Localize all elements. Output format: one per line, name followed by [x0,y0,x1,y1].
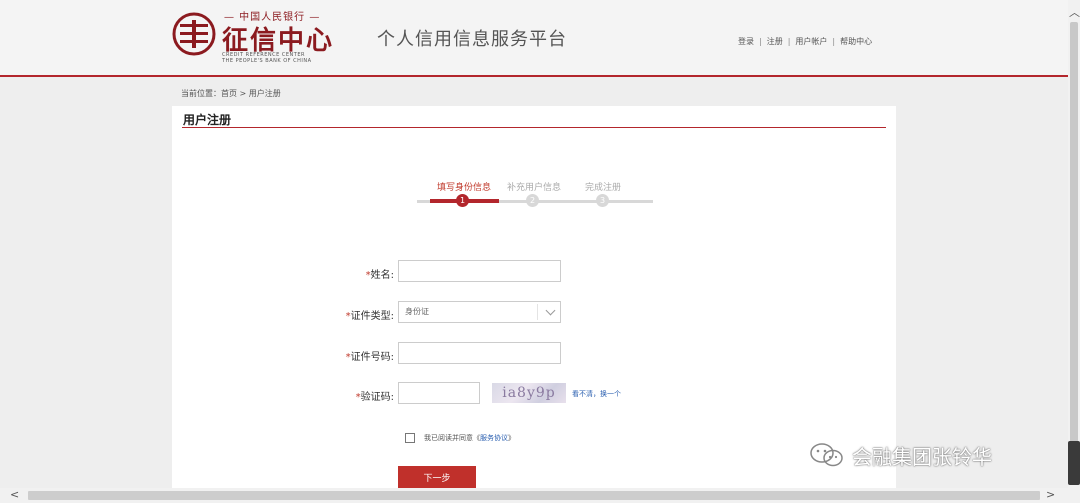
credit-reference-center-logo[interactable]: — 中国人民银行 — 征信中心 CREDIT REFERENCE CENTER … [172,8,332,68]
side-widget-tab[interactable] [1068,441,1080,485]
captcha-image[interactable]: ia8y9p [492,383,566,403]
chevron-down-icon [545,305,556,316]
top-nav-links: 登录 | 注册 | 用户帐户 | 帮助中心 [738,37,873,46]
id-type-value: 身份证 [405,307,429,316]
scroll-left-icon[interactable]: < [10,488,19,501]
id-type-label: *证件类型: [345,311,394,322]
agree-checkbox[interactable] [405,433,415,443]
registration-panel: 用户注册 填写身份信息 补充用户信息 完成注册 1 2 3 *姓名: *证件类型… [172,106,896,503]
logo-english-line2: THE PEOPLE'S BANK OF CHINA [222,58,312,64]
service-agreement-link[interactable]: 服务协议 [480,434,508,442]
agree-text: 我已阅读并同意《 [424,434,480,442]
help-center-link[interactable]: 帮助中心 [840,37,872,46]
scroll-right-icon[interactable]: > [1046,488,1055,501]
pboc-emblem-icon [172,12,216,56]
scroll-up-icon[interactable]: ︿ [1069,4,1080,20]
register-link[interactable]: 注册 [767,37,783,46]
name-label: *姓名: [365,270,394,281]
breadcrumb: 当前位置：首页 > 用户注册 [181,89,281,98]
horizontal-scroll-thumb[interactable] [28,491,1040,500]
select-divider [537,304,538,320]
watermark-text: 会融集团张铃华 [852,445,992,469]
wechat-icon [810,443,843,467]
agreement-row: 我已阅读并同意《服务协议》 [405,433,515,443]
platform-title: 个人信用信息服务平台 [377,29,567,50]
step-2-label: 补充用户信息 [507,183,562,193]
user-account-link[interactable]: 用户帐户 [795,37,827,46]
agree-text-end: 》 [508,434,515,442]
id-type-select[interactable]: 身份证 [398,301,561,323]
step-1-dot: 1 [456,194,469,207]
name-input[interactable] [398,260,561,282]
captcha-label: *验证码: [355,392,394,403]
title-divider [182,127,886,128]
site-header: — 中国人民银行 — 征信中心 CREDIT REFERENCE CENTER … [0,0,1068,77]
id-number-input[interactable] [398,342,561,364]
captcha-refresh-link[interactable]: 看不清，换一个 [572,389,621,399]
vertical-scrollbar[interactable]: ︿ [1068,0,1080,488]
login-link[interactable]: 登录 [738,37,754,46]
step-3-label: 完成注册 [585,183,622,193]
page-title: 用户注册 [183,113,232,127]
id-number-label: *证件号码: [345,352,394,363]
step-3-dot: 3 [596,194,609,207]
captcha-input[interactable] [398,382,480,404]
vertical-scroll-thumb[interactable] [1070,22,1078,442]
step-2-dot: 2 [526,194,539,207]
horizontal-scrollbar[interactable]: < > [0,488,1080,503]
step-1-label: 填写身份信息 [437,183,492,193]
